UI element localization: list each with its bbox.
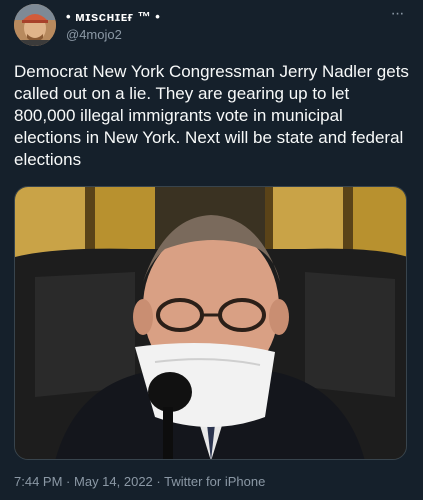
more-horizontal-icon: ···: [390, 5, 405, 22]
tweet-header: • ᴍɪsᴄʜɪᴇғ ™ • @4mojo2 ···: [14, 4, 409, 48]
tweet: • ᴍɪsᴄʜɪᴇғ ™ • @4mojo2 ··· Democrat New …: [0, 0, 423, 500]
tweet-media[interactable]: [14, 186, 407, 460]
author-avatar[interactable]: [14, 4, 56, 46]
tweet-time[interactable]: 7:44 PM: [14, 474, 62, 489]
meta-separator: ·: [156, 474, 161, 489]
tweet-meta: 7:44 PM · May 14, 2022 · Twitter for iPh…: [14, 474, 265, 489]
author-handle[interactable]: @4mojo2: [66, 26, 160, 43]
tweet-date[interactable]: May 14, 2022: [74, 474, 153, 489]
author-names: • ᴍɪsᴄʜɪᴇғ ™ • @4mojo2: [66, 9, 160, 43]
author-display-name[interactable]: • ᴍɪsᴄʜɪᴇғ ™ •: [66, 9, 160, 25]
avatar-photo: [14, 4, 56, 46]
tweet-text: Democrat New York Congressman Jerry Nadl…: [14, 62, 409, 169]
tweet-source[interactable]: Twitter for iPhone: [164, 474, 265, 489]
more-options-button[interactable]: ···: [385, 5, 409, 24]
media-photo: [15, 187, 406, 459]
meta-separator: ·: [66, 474, 71, 489]
